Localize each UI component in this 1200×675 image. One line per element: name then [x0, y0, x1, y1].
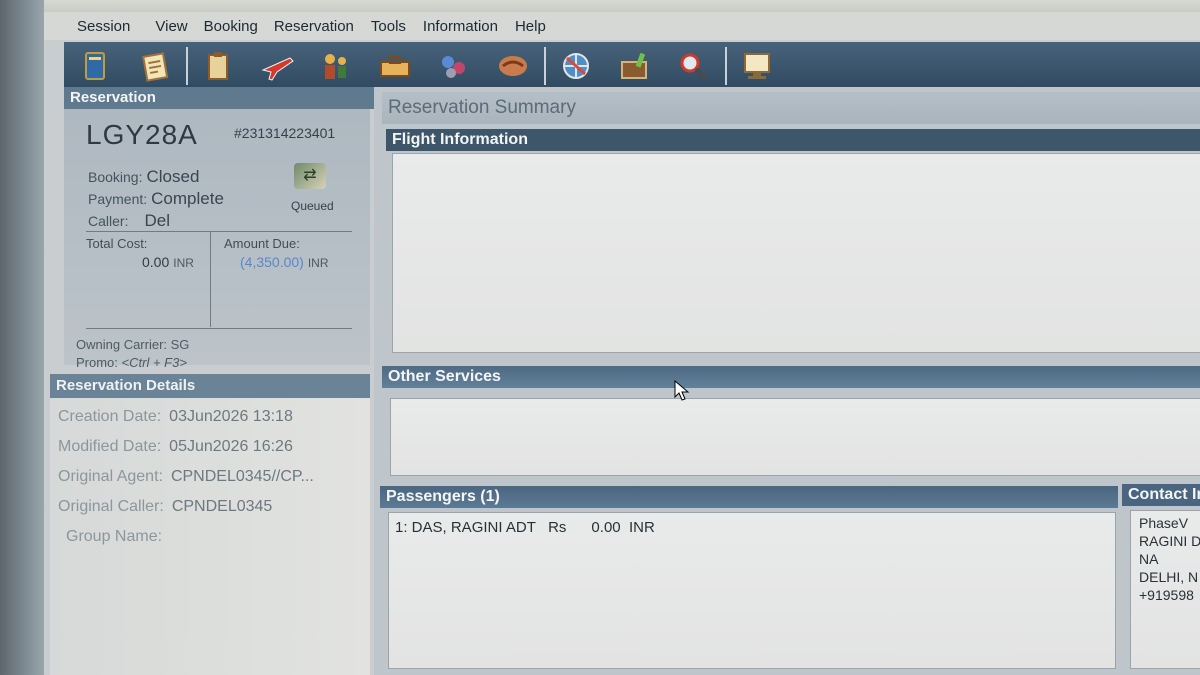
booking-number: #231314223401	[234, 125, 336, 141]
payment-status: Payment: Complete	[88, 189, 224, 209]
caller: Caller: Del	[88, 211, 170, 231]
menu-tools[interactable]: Tools	[354, 18, 406, 35]
seat-map-icon[interactable]	[434, 46, 474, 86]
total-cost-label: Total Cost:	[86, 236, 148, 251]
caller-value: Del	[144, 211, 170, 230]
original-agent-value: CPNDEL0345//CP...	[170, 468, 314, 485]
baggage-icon[interactable]	[375, 46, 415, 86]
contact-line: RAGINI D	[1139, 533, 1200, 549]
modified-date-label: Modified Date:	[58, 438, 162, 455]
total-cost-currency: INR	[173, 256, 194, 270]
monitor-icon[interactable]	[737, 46, 777, 86]
magnifier-icon[interactable]	[674, 46, 714, 86]
other-services-header: Other Services	[382, 366, 1200, 388]
people-icon[interactable]	[316, 46, 356, 86]
creation-date-label: Creation Date:	[58, 408, 162, 425]
toolbar	[64, 42, 1200, 90]
contact-line: NA	[1139, 551, 1159, 567]
book-icon[interactable]	[76, 46, 116, 86]
flight-information-header: Flight Information	[386, 129, 1200, 151]
creation-date-value: 03Jun2026 13:18	[169, 408, 293, 425]
flight-information-panel[interactable]	[392, 153, 1200, 353]
amount-due-amount: (4,350.00)	[240, 254, 304, 270]
original-caller-label: Original Caller:	[58, 498, 164, 515]
queue-icon[interactable]: ⇄	[294, 163, 326, 189]
payment-status-label: Payment:	[88, 191, 148, 207]
original-agent-row: Original Agent: CPNDEL0345//CP...	[58, 468, 314, 486]
globe-icon[interactable]	[556, 46, 596, 86]
window-title-bar	[44, 0, 1200, 12]
booking-status: Booking: Closed	[88, 167, 199, 187]
toolbar-separator	[725, 47, 727, 85]
reservation-summary-title: Reservation Summary	[382, 92, 1200, 124]
promo-shortcut[interactable]: <Ctrl + F3>	[122, 355, 187, 370]
contact-info-header: Contact In	[1122, 484, 1200, 506]
passengers-header: Passengers (1)	[380, 486, 1118, 508]
promo-label: Promo:	[76, 355, 118, 370]
queued-label: Queued	[291, 199, 334, 213]
booking-status-label: Booking:	[88, 169, 143, 185]
payment-status-value: Complete	[151, 189, 224, 208]
amount-due-label: Amount Due:	[224, 236, 300, 251]
menu-view[interactable]: View	[130, 18, 187, 35]
other-services-panel[interactable]	[390, 398, 1200, 476]
reservation-details-panel: Creation Date: 03Jun2026 13:18 Modified D…	[50, 398, 370, 675]
application-window: Session View Booking Reservation Tools I…	[44, 12, 1200, 675]
menu-reservation[interactable]: Reservation	[258, 18, 354, 35]
clipboard-icon[interactable]	[198, 46, 238, 86]
contact-line: +919598	[1139, 587, 1194, 603]
reservation-panel: LGY28A #231314223401 Booking: Closed Paym…	[64, 109, 370, 370]
cost-summary: Total Cost: 0.00 INR Amount Due: (4,350.0…	[86, 231, 352, 332]
menu-session[interactable]: Session	[44, 18, 130, 35]
group-name-label: Group Name:	[66, 528, 163, 545]
cost-divider	[210, 232, 211, 327]
total-cost-value: 0.00 INR	[142, 254, 194, 270]
reservation-panel-header: Reservation	[64, 87, 376, 109]
toolbox-icon[interactable]	[615, 46, 655, 86]
original-caller-value: CPNDEL0345	[171, 498, 273, 515]
notepad-icon[interactable]	[135, 46, 175, 86]
passengers-panel: 1: DAS, RAGINI ADT Rs 0.00 INR	[388, 512, 1116, 669]
original-agent-label: Original Agent:	[58, 468, 163, 485]
contact-line: PhaseV	[1139, 515, 1189, 531]
modified-date-value: 05Jun2026 16:26	[169, 438, 293, 455]
plane-icon[interactable]	[257, 46, 297, 86]
toolbar-separator	[186, 47, 188, 85]
promo: Promo: <Ctrl + F3>	[76, 355, 187, 370]
total-cost-amount: 0.00	[142, 254, 170, 270]
caller-label: Caller:	[88, 213, 129, 229]
amount-due-currency: INR	[307, 256, 329, 270]
original-caller-row: Original Caller: CPNDEL0345	[58, 498, 272, 516]
contact-info-panel: PhaseV RAGINI D NA DELHI, N +919598	[1130, 510, 1200, 669]
monitor-bezel	[0, 0, 44, 675]
menu-help[interactable]: Help	[498, 18, 546, 35]
passenger-row[interactable]: 1: DAS, RAGINI ADT Rs 0.00 INR	[395, 519, 655, 536]
group-name-row: Group Name:	[66, 528, 170, 546]
modified-date-row: Modified Date: 05Jun2026 16:26	[58, 438, 293, 456]
cost-divider-bottom	[86, 328, 352, 329]
creation-date-row: Creation Date: 03Jun2026 13:18	[58, 408, 293, 426]
toolbar-separator	[544, 47, 546, 85]
booking-status-value: Closed	[146, 167, 200, 186]
pnr-code: LGY28A	[86, 119, 198, 150]
amount-due-value: (4,350.00) INR	[240, 254, 329, 270]
menu-bar: Session View Booking Reservation Tools I…	[44, 12, 1200, 40]
menu-booking[interactable]: Booking	[188, 18, 258, 35]
handshake-icon[interactable]	[493, 46, 533, 86]
contact-line: DELHI, N	[1139, 569, 1199, 585]
reservation-details-header: Reservation Details	[50, 374, 370, 398]
owning-carrier: Owning Carrier: SG	[76, 337, 190, 352]
menu-information[interactable]: Information	[406, 18, 498, 35]
